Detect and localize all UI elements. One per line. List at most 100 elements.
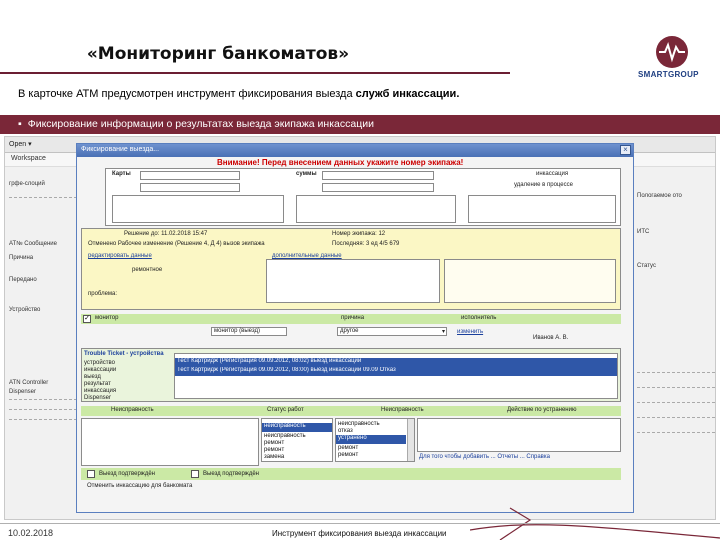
executor-link[interactable]: изменить xyxy=(457,329,483,335)
executor-label: исполнитель xyxy=(461,315,497,321)
problem-label: проблема: xyxy=(88,291,118,297)
title-divider xyxy=(0,72,510,74)
collection-label: инкассация xyxy=(536,171,569,177)
list-item[interactable]: ремонт xyxy=(264,447,284,453)
bottom-links[interactable]: Для того чтобы добавить ... Отчеты ... С… xyxy=(419,454,550,460)
cancel-collection-label[interactable]: Отменить инкассацию для банкомата xyxy=(87,483,192,489)
divider xyxy=(637,402,715,403)
monitor-label: монитор xyxy=(95,315,119,321)
confirm-label-2: Выезд подтверждён xyxy=(203,471,259,477)
intro-text: В карточке АТМ предусмотрен инструмент ф… xyxy=(18,88,459,100)
tt-left-item: выезд xyxy=(84,374,101,380)
sums-field-1[interactable] xyxy=(322,171,434,180)
divider xyxy=(637,417,715,418)
list-item[interactable]: ремонт xyxy=(264,440,284,446)
info-panel: Решение до: 11.02.2018 15:47 Номер экипа… xyxy=(81,228,621,310)
divider xyxy=(637,432,715,433)
executor-name: Иванов А. В. xyxy=(533,335,569,341)
section-d-label: Действие по устранению xyxy=(507,407,577,413)
section-a-list[interactable] xyxy=(81,418,259,466)
bottom-header: Неисправность Статус работ Неисправность… xyxy=(81,406,621,416)
tt-left-item: инкассации xyxy=(84,367,117,373)
tt-list[interactable]: Тест Картридж (Регистрация 09.09.2012, 0… xyxy=(174,353,618,399)
app-right-label-2: ИТС xyxy=(637,229,650,235)
cards-label: Карты xyxy=(112,171,131,177)
cards-field-2[interactable] xyxy=(140,183,240,192)
tt-row-selected[interactable]: Тест Картридж (Регистрация 09.09.2012, 0… xyxy=(175,358,617,367)
app-left-label-1: грфе-слоций xyxy=(9,181,45,187)
tt-left-item: Dispenser xyxy=(84,395,112,401)
comment-label: ремонтное xyxy=(132,267,163,273)
footer-divider xyxy=(0,523,720,524)
chevron-down-icon[interactable]: ▾ xyxy=(442,328,445,335)
section-b-label: Статус работ xyxy=(267,407,304,413)
section-a-label: Неисправность xyxy=(111,407,154,413)
links-row: Для того чтобы добавить ... Отчеты ... С… xyxy=(417,454,621,464)
list-item[interactable]: замена xyxy=(264,454,284,460)
edit-data-link[interactable]: редактировать данные xyxy=(88,253,152,259)
list-item[interactable]: ремонт xyxy=(338,452,358,458)
section-d-field[interactable] xyxy=(417,418,621,452)
trouble-ticket-panel: Trouble Ticket - устройства устройство и… xyxy=(81,348,621,402)
decorative-swoosh-icon xyxy=(470,507,720,540)
footer-date: 10.02.2018 xyxy=(8,528,54,538)
sums-label: суммы xyxy=(296,171,317,177)
logo-text: SMARTGROUP xyxy=(638,70,699,79)
bullet-text: Фиксирование информации о результатах вы… xyxy=(27,118,374,130)
sums-notes[interactable] xyxy=(296,195,456,223)
dialog-title: Фиксирование выезда... xyxy=(77,144,633,157)
tt-row-selected[interactable]: Тест Картридж (Регистрация 09.09.2012, 0… xyxy=(175,367,617,376)
smartgroup-logo-icon xyxy=(656,36,688,68)
reserve-field[interactable] xyxy=(444,259,616,303)
divider xyxy=(637,372,715,373)
tt-left-item: результат xyxy=(84,381,111,387)
warning-text: Внимание! Перед внесением данных укажите… xyxy=(217,158,464,167)
tt-left-item: инкассация xyxy=(84,388,117,394)
collection-notes[interactable] xyxy=(468,195,616,223)
confirm-row: Выезд подтверждён Выезд подтверждён xyxy=(81,468,621,480)
monitor-select[interactable]: монитор (выезд) xyxy=(211,327,287,336)
cards-notes[interactable] xyxy=(112,195,284,223)
divider xyxy=(9,419,77,420)
monitor-checkbox[interactable]: ✓ xyxy=(83,315,91,323)
slide-title: «Мониторинг банкоматов» xyxy=(86,44,350,64)
close-icon[interactable]: × xyxy=(620,145,631,155)
footer-caption: Инструмент фиксирования выезда инкассаци… xyxy=(272,529,447,538)
cards-panel: Карты суммы инкассация удаление в процес… xyxy=(105,168,621,226)
confirm-checkbox-1[interactable] xyxy=(87,470,95,478)
section-c-label: Неисправность xyxy=(381,407,424,413)
list-scrollbar[interactable] xyxy=(407,419,414,461)
list-1[interactable]: неисправность неисправность ремонт ремон… xyxy=(261,418,333,462)
list-item[interactable]: неисправность xyxy=(262,423,332,432)
divider xyxy=(9,399,77,400)
app-left-label-6[interactable]: ATN Controller xyxy=(9,380,77,386)
comment-field[interactable] xyxy=(266,259,440,303)
confirm-label-1: Выезд подтверждён xyxy=(99,471,155,477)
divider xyxy=(9,197,77,198)
app-left-label-2: АТ№ Сообщение xyxy=(9,241,57,247)
app-right-label-3: Статус xyxy=(637,263,656,269)
list-item[interactable]: устранено xyxy=(336,435,406,444)
list-item[interactable]: отказ xyxy=(338,428,353,434)
list-item[interactable]: неисправность xyxy=(338,421,380,427)
app-left-label-4: Передано xyxy=(9,277,37,283)
replacement-label: удаление в процессе xyxy=(514,182,573,188)
list-item[interactable]: ремонт xyxy=(338,445,358,451)
intro-bold: служб инкассации. xyxy=(355,88,460,100)
bullet-bar: ▪ Фиксирование информации о результатах в… xyxy=(0,115,720,134)
app-left-label-7[interactable]: Dispenser xyxy=(9,389,77,395)
tt-label: Trouble Ticket - устройства xyxy=(84,351,164,357)
tt-left-item: устройство xyxy=(84,360,115,366)
reason-label: причина xyxy=(341,315,365,321)
cards-field-1[interactable] xyxy=(140,171,240,180)
open-menu[interactable]: Open ▾ xyxy=(9,141,32,148)
reason-select[interactable]: другое ▾ xyxy=(337,327,447,336)
confirm-checkbox-2[interactable] xyxy=(191,470,199,478)
sums-field-2[interactable] xyxy=(322,183,434,192)
monitor-header: ✓ монитор причина исполнитель xyxy=(81,314,621,324)
list-item[interactable]: неисправность xyxy=(264,433,306,439)
list-2[interactable]: неисправность отказ устранено ремонт рем… xyxy=(335,418,415,462)
divider xyxy=(637,387,715,388)
last-label: Последняя: 3 ед 4/5 679 xyxy=(332,241,400,247)
divider xyxy=(9,409,77,410)
